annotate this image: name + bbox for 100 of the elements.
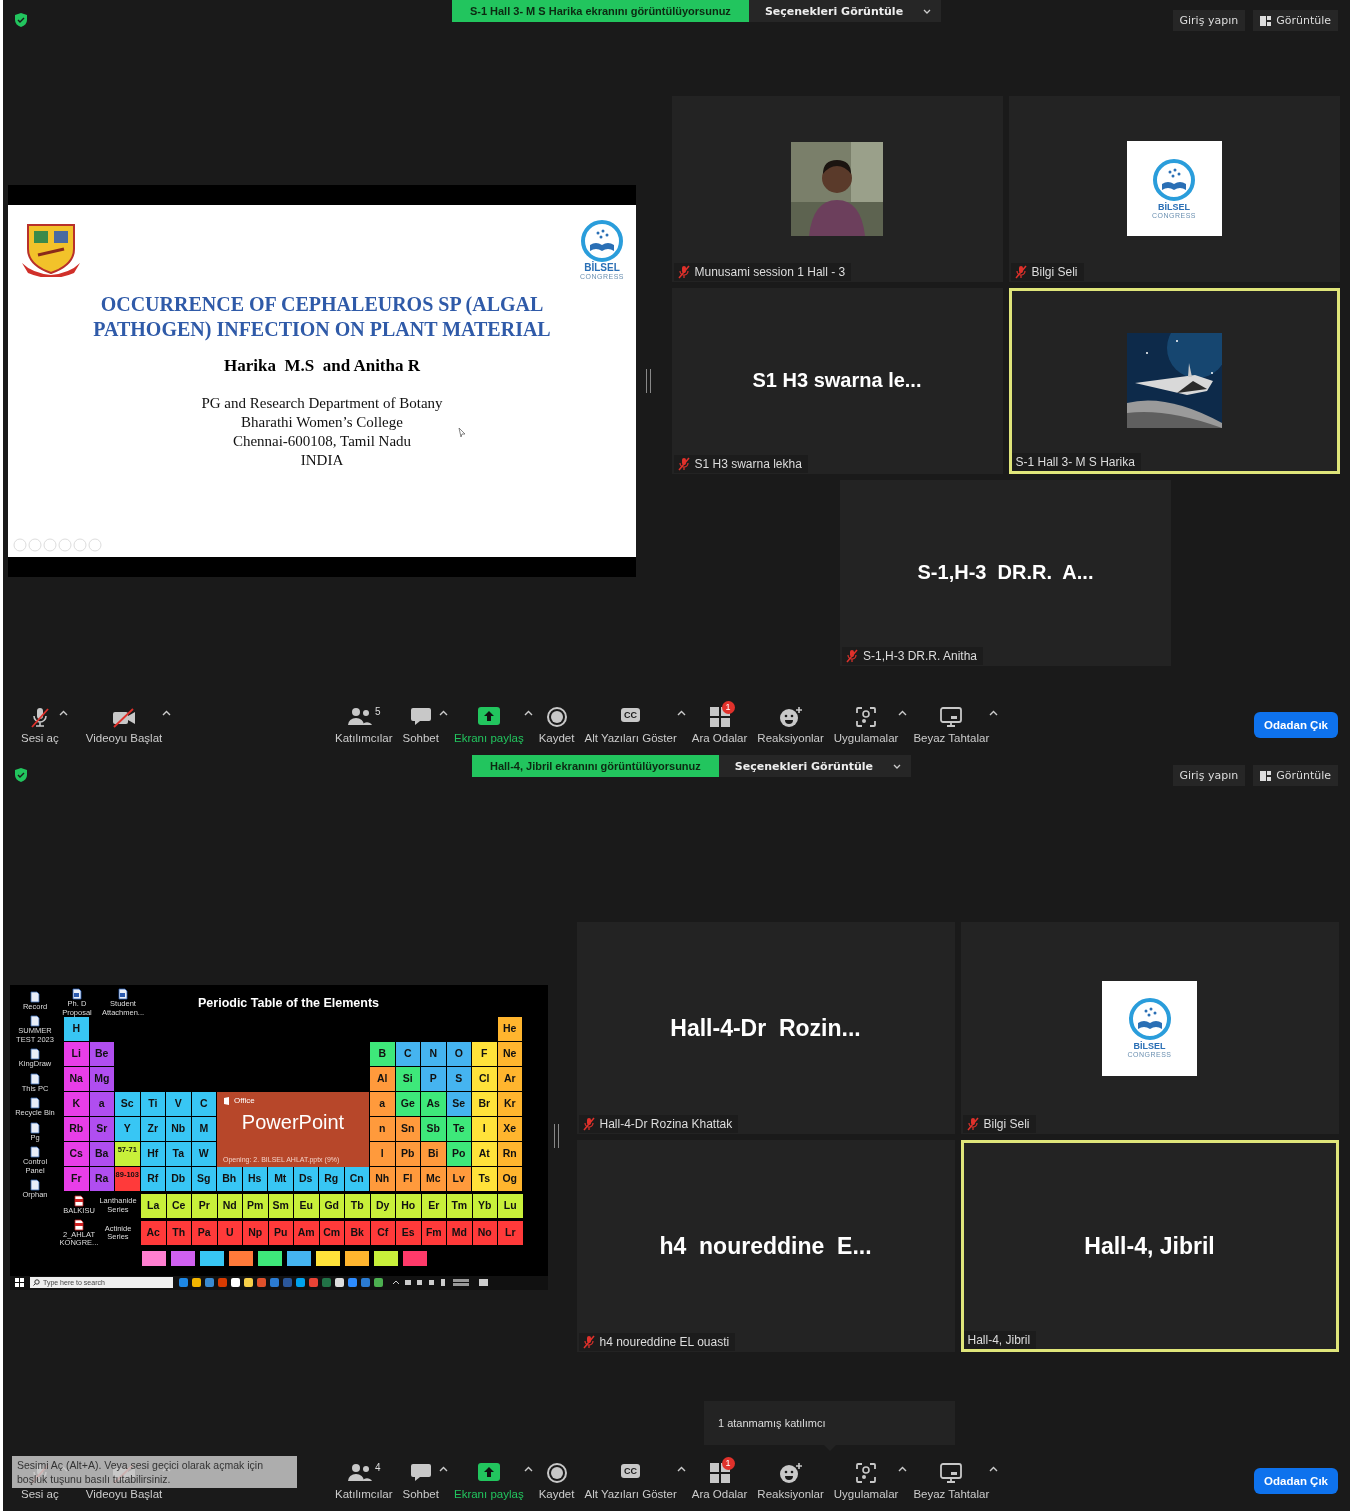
element-cell: Rb <box>64 1116 89 1141</box>
record-button[interactable]: Kaydet <box>534 1460 579 1502</box>
chat-button[interactable]: Sohbet <box>398 704 443 746</box>
element-cell: Br <box>472 1091 497 1116</box>
element-cell: Am <box>294 1221 319 1245</box>
element-cell: Fr <box>64 1166 89 1191</box>
element-cell: Lr <box>498 1221 523 1245</box>
element-cell: Sr <box>89 1116 114 1141</box>
muted-microphone-icon <box>28 706 51 728</box>
apps-icon <box>855 1462 878 1484</box>
grid-icon <box>708 1462 731 1484</box>
element-cell: a <box>89 1091 114 1116</box>
shield-check-icon[interactable] <box>15 13 27 27</box>
reactions-button[interactable]: Reaksiyonlar <box>753 704 828 746</box>
element-cell: No <box>472 1221 497 1245</box>
element-cell: Sn <box>395 1116 420 1141</box>
element-cell: He <box>497 1016 522 1041</box>
participant-label: S-1,H-3 DR.R. Anitha <box>863 648 978 663</box>
start-video-button[interactable]: Videoyu Başlat <box>81 704 167 746</box>
tooltip: Sesimi Aç (Alt+A). Veya sesi geçici olarak açmak için boşluk tuşunu basılı tutabilirsiniz. <box>12 1456 297 1488</box>
element-cell: Sb <box>421 1116 446 1141</box>
participant-label: Bilgi Seli <box>1031 264 1078 279</box>
share-screen-button[interactable]: Ekranı paylaş <box>449 704 528 746</box>
caret-icon[interactable] <box>676 710 686 716</box>
whiteboard-button[interactable]: Beyaz Tahtalar <box>909 1460 994 1502</box>
participant-label: Hall-4, Jibril <box>967 1333 1031 1347</box>
captions-button[interactable]: CC Alt Yazıları Göster <box>580 704 681 746</box>
element-cell: I <box>472 1116 497 1141</box>
view-options-dropdown[interactable]: Seçenekleri Görüntüle <box>748 0 942 22</box>
globe-book-icon <box>579 218 624 263</box>
taskbar-apps-drawing[interactable] <box>179 1277 385 1288</box>
caret-icon[interactable] <box>898 1466 908 1472</box>
participant-label: h4 noureddine EL ouasti <box>599 1335 730 1349</box>
record-button[interactable]: Kaydet <box>534 704 579 746</box>
element-cell: Es <box>396 1221 421 1245</box>
caret-icon[interactable] <box>438 1466 448 1472</box>
participants-button[interactable]: 4 Katılımcılar <box>331 1460 397 1502</box>
element-cell: Hf <box>140 1141 165 1166</box>
apps-button[interactable]: Uygulamalar <box>829 1460 903 1502</box>
leave-button[interactable]: Odadan Çık <box>1254 1468 1338 1494</box>
element-cell: M <box>191 1116 216 1141</box>
caret-icon[interactable] <box>676 1466 686 1472</box>
element-cell: Lv <box>446 1166 471 1191</box>
affiliation-line: Bharathi Women’s College <box>241 412 403 432</box>
leave-button[interactable]: Odadan Çık <box>1254 712 1338 738</box>
caret-icon[interactable] <box>898 710 908 716</box>
caret-icon[interactable] <box>989 1466 999 1472</box>
captions-button[interactable]: CC Alt Yazıları Göster <box>580 1460 681 1502</box>
sign-in-button[interactable]: Giriş yapın <box>1172 765 1246 786</box>
element-cell: Eu <box>294 1193 319 1218</box>
speech-bubble-icon <box>409 706 432 726</box>
element-cell: Sg <box>191 1166 216 1191</box>
office-logo-icon <box>223 1095 231 1105</box>
participants-button[interactable]: 5 Katılımcılar <box>331 704 397 746</box>
whiteboard-button[interactable]: Beyaz Tahtalar <box>909 704 994 746</box>
caret-icon[interactable] <box>989 710 999 716</box>
breakout-rooms-button[interactable]: 1 Ara Odalar <box>687 704 752 746</box>
element-cell: Bh <box>217 1166 242 1191</box>
element-cell: Pb <box>395 1141 420 1166</box>
caret-icon <box>893 763 902 769</box>
apps-button[interactable]: Uygulamalar <box>829 704 903 746</box>
sign-in-button[interactable]: Giriş yapın <box>1172 10 1246 31</box>
unmute-button[interactable]: Sesi aç <box>17 704 63 746</box>
element-cell: K <box>64 1091 89 1116</box>
element-cell: S <box>446 1066 471 1091</box>
chat-button[interactable]: Sohbet <box>398 1460 443 1502</box>
view-button[interactable]: Görüntüle <box>1253 765 1338 786</box>
captions-icon: CC <box>621 1464 641 1478</box>
element-cell: Zr <box>140 1116 165 1141</box>
element-cell: Gd <box>319 1193 344 1218</box>
caret-icon[interactable] <box>523 710 533 716</box>
element-cell: Bk <box>345 1221 370 1245</box>
splitter-handle[interactable] <box>554 1124 559 1148</box>
caret-icon[interactable] <box>162 710 172 716</box>
video-off-icon <box>110 706 137 728</box>
slide-title: OCCURRENCE OF CEPHALEUROS SP (ALGAL PATHOGEN) INFECTION ON PLANT MATERIAL <box>92 291 552 342</box>
caret-icon <box>923 8 932 14</box>
caret-icon[interactable] <box>58 710 68 716</box>
share-screen-button[interactable]: Ekranı paylaş <box>449 1460 528 1502</box>
windows-start-icon[interactable] <box>15 1278 24 1287</box>
element-cell: Na <box>64 1066 89 1091</box>
view-button[interactable]: Görüntüle <box>1253 10 1338 31</box>
view-options-dropdown[interactable]: Seçenekleri Görüntüle <box>718 755 912 777</box>
pdf-file-icon <box>74 1218 84 1231</box>
shield-check-icon[interactable] <box>15 768 27 782</box>
caret-icon[interactable] <box>438 710 448 716</box>
reactions-button[interactable]: Reaksiyonlar <box>753 1460 828 1502</box>
file-icon <box>30 990 40 1003</box>
splitter-handle[interactable] <box>646 368 651 393</box>
file-icon <box>30 1121 40 1134</box>
element-cell: Pr <box>192 1193 217 1218</box>
participant-name: Hall-4, Jibril <box>1084 1232 1215 1260</box>
element-cell: H <box>64 1016 89 1041</box>
element-cell: Cl <box>472 1066 497 1091</box>
grid-icon <box>708 706 731 728</box>
element-cell: a <box>370 1091 395 1116</box>
breakout-rooms-button[interactable]: 1 Ara Odalar <box>687 1460 752 1502</box>
caret-icon[interactable] <box>523 1466 533 1472</box>
participant-label: S1 H3 swarna lekha <box>694 456 802 471</box>
element-cell: Ba <box>89 1141 114 1166</box>
